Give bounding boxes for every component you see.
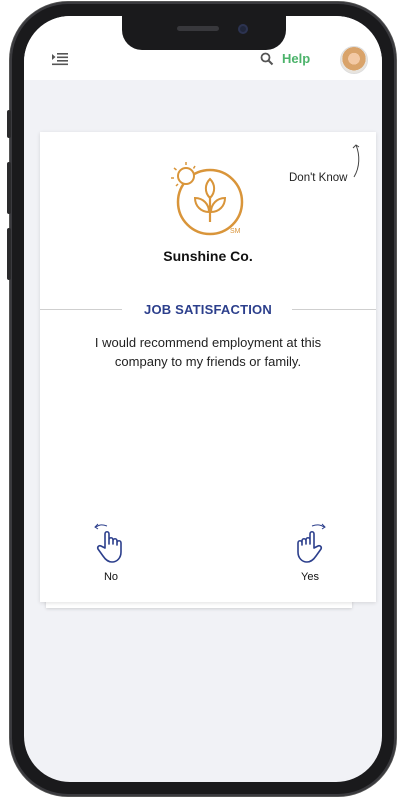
no-label: No	[103, 571, 119, 583]
phone-frame: Help Don't Know SM Sunshine Co. JOB SATI…	[7, 2, 396, 796]
phone-camera	[238, 24, 248, 34]
divider-right	[292, 309, 376, 310]
swipe-up-arrow-icon	[352, 144, 360, 178]
phone-speaker	[177, 26, 219, 31]
phone-side-button	[7, 110, 11, 138]
survey-question: I would recommend employment at this com…	[94, 335, 322, 369]
phone-volume-up-button	[7, 162, 11, 214]
search-icon[interactable]	[260, 52, 274, 66]
swipe-left-hand-icon	[94, 523, 122, 563]
menu-collapse-icon[interactable]	[52, 52, 68, 66]
phone-notch	[122, 16, 286, 50]
yes-label: Yes	[301, 571, 319, 583]
dont-know-button[interactable]: Don't Know	[289, 172, 347, 184]
yes-button[interactable]: Yes	[280, 522, 340, 592]
help-link[interactable]: Help	[282, 51, 310, 66]
phone-screen: Help Don't Know SM Sunshine Co. JOB SATI…	[24, 16, 382, 782]
phone-volume-down-button	[7, 228, 11, 280]
survey-card[interactable]: Don't Know SM Sunshine Co. JOB SATISFACT…	[40, 132, 376, 602]
logo-service-mark: SM	[230, 228, 241, 235]
swipe-right-hand-icon	[297, 523, 326, 563]
company-name: Sunshine Co.	[163, 248, 253, 264]
user-avatar[interactable]	[340, 46, 368, 74]
no-button[interactable]: No	[81, 522, 141, 592]
